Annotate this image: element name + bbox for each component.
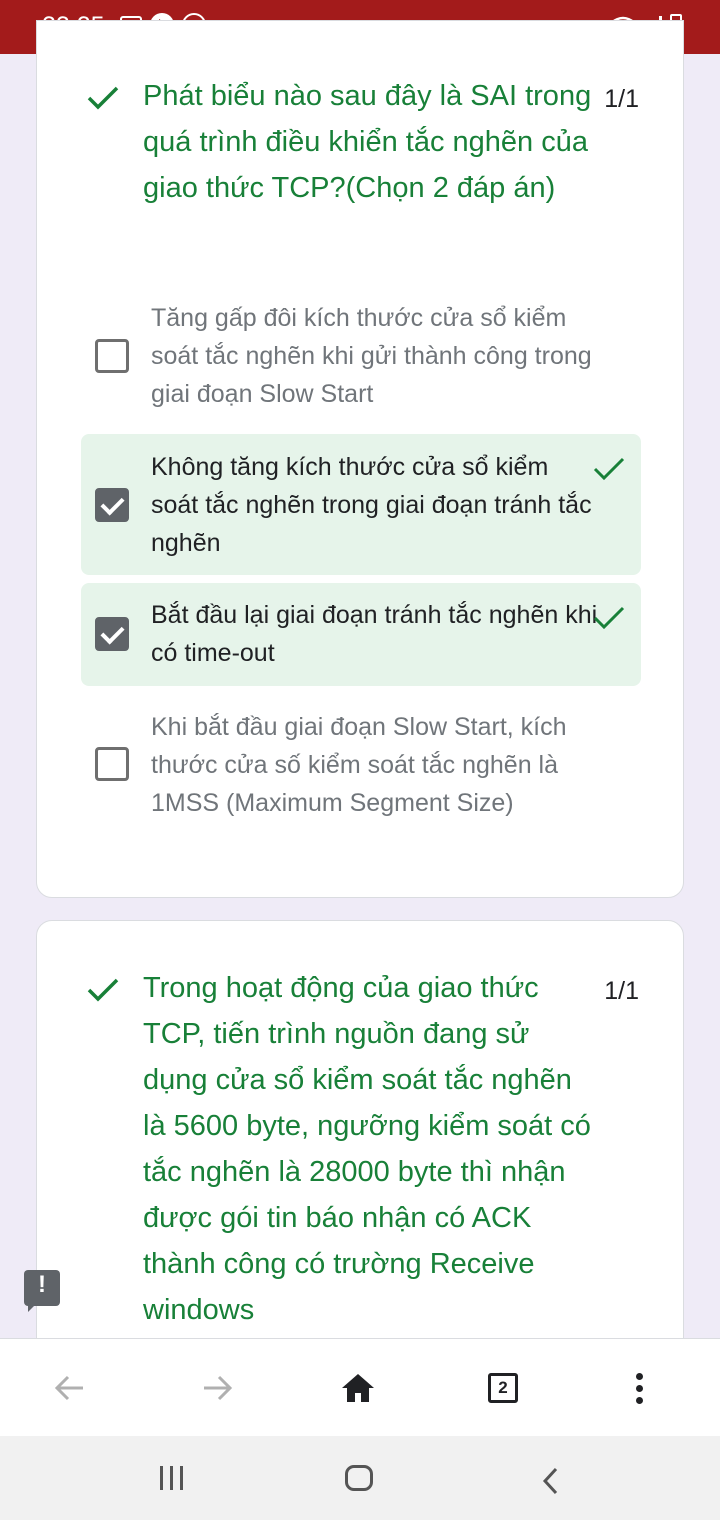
answer-option-correct[interactable]: Không tăng kích thước cửa sổ kiểm soát t…: [81, 434, 641, 575]
option-label: Tăng gấp đôi kích thước cửa sổ kiểm soát…: [151, 304, 592, 408]
forward-arrow-icon[interactable]: [194, 1365, 240, 1411]
checkbox-checked[interactable]: [95, 617, 129, 651]
question-title: Trong hoạt động của giao thức TCP, tiến …: [143, 972, 591, 1326]
recent-apps-icon[interactable]: [160, 1466, 183, 1490]
option-label: Bắt đầu lại giai đoạn tránh tắc nghẽn kh…: [151, 601, 598, 667]
tab-switcher[interactable]: 2: [480, 1365, 526, 1411]
correct-check-icon: [593, 606, 625, 630]
correct-check-icon: [593, 457, 625, 481]
checkbox[interactable]: [95, 339, 129, 373]
question-title: Phát biểu nào sau đây là SAI trong quá t…: [143, 80, 592, 204]
correct-check-icon: [87, 86, 119, 110]
question-score: 1/1: [604, 85, 639, 113]
home-button-icon[interactable]: [345, 1465, 373, 1491]
browser-toolbar: 2: [0, 1338, 720, 1436]
question-card: Phát biểu nào sau đây là SAI trong quá t…: [36, 20, 684, 898]
home-icon[interactable]: [335, 1365, 381, 1411]
question-score: 1/1: [604, 977, 639, 1005]
more-menu-icon[interactable]: [616, 1365, 662, 1411]
answer-option[interactable]: Khi bắt đầu giai đoạn Slow Start, kích t…: [81, 706, 641, 826]
option-label: Không tăng kích thước cửa sổ kiểm soát t…: [151, 453, 592, 557]
system-navigation-bar: [0, 1436, 720, 1520]
correct-check-icon: [87, 978, 119, 1002]
report-feedback-icon[interactable]: !: [24, 1270, 60, 1312]
answer-option[interactable]: Tăng gấp đôi kích thước cửa sổ kiểm soát…: [81, 297, 641, 415]
checkbox-checked[interactable]: [95, 488, 129, 522]
answer-option-correct[interactable]: Bắt đầu lại giai đoạn tránh tắc nghẽn kh…: [81, 583, 641, 686]
checkbox[interactable]: [95, 747, 129, 781]
back-arrow-icon[interactable]: [47, 1365, 93, 1411]
system-back-icon[interactable]: [540, 1466, 560, 1496]
option-label: Khi bắt đầu giai đoạn Slow Start, kích t…: [151, 713, 567, 817]
question-card: Trong hoạt động của giao thức TCP, tiến …: [36, 920, 684, 1360]
tab-count: 2: [488, 1373, 518, 1403]
